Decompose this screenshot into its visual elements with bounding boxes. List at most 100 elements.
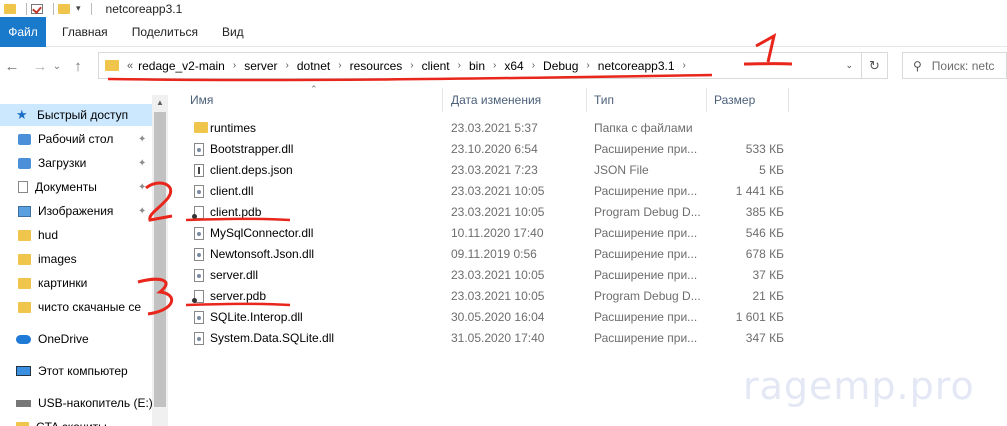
sidebar-item[interactable]: CTA скачиты xyxy=(0,416,152,426)
recent-locations-chevron-icon[interactable]: ⌄ xyxy=(51,61,63,72)
sidebar-item[interactable]: Документы ✦ xyxy=(0,176,152,198)
breadcrumb-chevron-icon[interactable]: › xyxy=(683,60,686,71)
file-name: Newtonsoft.Json.dll xyxy=(210,247,315,261)
file-row[interactable]: System.Data.SQLite.dll 31.05.2020 17:40 Ра… xyxy=(188,328,958,349)
sidebar-item[interactable]: чисто скачаные се xyxy=(0,296,152,318)
dll-file-icon xyxy=(194,227,204,240)
breadcrumb-chevron-icon[interactable]: › xyxy=(586,60,589,71)
column-header-type[interactable]: Тип xyxy=(594,86,614,114)
pin-icon[interactable]: ✦ xyxy=(138,134,146,145)
file-row[interactable]: SQLite.Interop.dll 30.05.2020 16:04 Расшир… xyxy=(188,307,958,328)
search-input[interactable]: ⚲ Поиск: netc xyxy=(902,52,1007,79)
file-date: 23.03.2021 10:05 xyxy=(451,184,545,198)
sidebar-item-label: Рабочий стол xyxy=(38,132,114,146)
file-name: client.dll xyxy=(210,184,254,198)
tab-view[interactable]: Вид xyxy=(222,25,244,39)
documents-icon xyxy=(18,181,28,193)
tab-share[interactable]: Поделиться xyxy=(132,25,198,39)
breadcrumb-x64[interactable]: x64 xyxy=(504,59,523,73)
column-divider[interactable] xyxy=(586,88,587,112)
sidebar-item[interactable]: картинки xyxy=(0,272,152,294)
breadcrumb-chevron-icon[interactable]: › xyxy=(338,60,341,71)
folder-icon xyxy=(18,277,31,289)
breadcrumb-chevron-icon[interactable]: › xyxy=(532,60,535,71)
file-date: 23.03.2021 5:37 xyxy=(451,121,538,135)
column-divider[interactable] xyxy=(442,88,443,112)
customize-toolbar-chevron-icon[interactable]: ▾ xyxy=(76,3,81,14)
properties-check-icon[interactable] xyxy=(31,3,43,14)
file-size: 1 441 КБ xyxy=(735,184,784,198)
dll-file-icon xyxy=(194,143,204,156)
sidebar-item[interactable]: Изображения ✦ xyxy=(0,200,152,222)
column-divider[interactable] xyxy=(788,88,789,112)
file-name: SQLite.Interop.dll xyxy=(210,310,303,324)
file-name: client.deps.json xyxy=(210,163,293,177)
pictures-icon xyxy=(18,205,31,217)
new-folder-icon[interactable] xyxy=(58,3,70,14)
file-row[interactable]: Newtonsoft.Json.dll 09.11.2019 0:56 Расшир… xyxy=(188,244,958,265)
sidebar-item[interactable]: ★ Быстрый доступ xyxy=(0,104,152,126)
file-name: runtimes xyxy=(210,121,257,135)
address-dropdown-chevron-icon[interactable]: ⌄ xyxy=(845,60,853,71)
file-type: Расширение при... xyxy=(594,247,698,261)
file-row[interactable]: MySqlConnector.dll 10.11.2020 17:40 Расшир… xyxy=(188,223,958,244)
folder-icon xyxy=(16,421,29,426)
sidebar-item[interactable]: Загрузки ✦ xyxy=(0,152,152,174)
column-header-date[interactable]: Дата изменения xyxy=(451,86,541,114)
sort-ascending-chevron-icon: ⌃ xyxy=(310,84,318,94)
file-row[interactable]: runtimes 23.03.2021 5:37 Папка с файлами xyxy=(188,118,958,139)
scrollbar-thumb[interactable] xyxy=(154,112,166,407)
breadcrumb-redage[interactable]: redage_v2-main xyxy=(138,59,225,73)
sidebar-item-label: USB-накопитель (E:) xyxy=(38,396,152,410)
navigation-scrollbar[interactable]: ▲ xyxy=(152,95,168,426)
breadcrumb-resources[interactable]: resources xyxy=(350,59,403,73)
sidebar-item[interactable]: images xyxy=(0,248,152,270)
file-row[interactable]: client.deps.json 23.03.2021 7:23 JSON File… xyxy=(188,160,958,181)
breadcrumb-server[interactable]: server xyxy=(244,59,277,73)
file-row[interactable]: client.pdb 23.03.2021 10:05 Program Debug … xyxy=(188,202,958,223)
file-name: client.pdb xyxy=(210,205,262,219)
breadcrumb-chevron-icon[interactable]: › xyxy=(458,60,461,71)
file-size: 347 КБ xyxy=(745,331,784,345)
file-row[interactable]: server.pdb 23.03.2021 10:05 Program Debug … xyxy=(188,286,958,307)
back-arrow-icon[interactable]: ← xyxy=(1,58,23,75)
column-divider[interactable] xyxy=(706,88,707,112)
breadcrumb-debug[interactable]: Debug xyxy=(543,59,578,73)
refresh-button[interactable]: ↻ xyxy=(861,52,888,79)
pdb-file-icon xyxy=(192,206,204,219)
breadcrumb-dotnet[interactable]: dotnet xyxy=(297,59,330,73)
sidebar-item-label: чисто скачаные се xyxy=(38,300,142,314)
pin-icon[interactable]: ✦ xyxy=(138,182,146,193)
breadcrumb-bin[interactable]: bin xyxy=(469,59,485,73)
breadcrumb-chevron-icon[interactable]: › xyxy=(493,60,496,71)
sidebar-item[interactable]: Этот компьютер xyxy=(0,360,152,382)
address-overflow-chevron-icon[interactable]: « xyxy=(127,60,133,72)
file-row[interactable]: Bootstrapper.dll 23.10.2020 6:54 Расширени… xyxy=(188,139,958,160)
column-header-size[interactable]: Размер xyxy=(714,86,755,114)
breadcrumb-chevron-icon[interactable]: › xyxy=(410,60,413,71)
tab-home[interactable]: Главная xyxy=(62,25,108,39)
breadcrumb-client[interactable]: client xyxy=(422,59,450,73)
sidebar-item[interactable]: hud xyxy=(0,224,152,246)
tab-file[interactable]: Файл xyxy=(0,16,46,47)
file-name: System.Data.SQLite.dll xyxy=(210,331,335,345)
sidebar-item[interactable]: OneDrive xyxy=(0,328,152,350)
scroll-up-arrow-icon[interactable]: ▲ xyxy=(152,95,168,111)
file-size: 385 КБ xyxy=(745,205,784,219)
file-name: Bootstrapper.dll xyxy=(210,142,294,156)
column-header-name[interactable]: Имя xyxy=(190,86,213,114)
pin-icon[interactable]: ✦ xyxy=(138,158,146,169)
breadcrumb-chevron-icon[interactable]: › xyxy=(233,60,236,71)
star-icon: ★ xyxy=(16,107,28,122)
breadcrumb-netcoreapp[interactable]: netcoreapp3.1 xyxy=(598,59,675,73)
address-bar[interactable]: « redage_v2-main › server › dotnet › resour… xyxy=(98,52,862,79)
file-row[interactable]: server.dll 23.03.2021 10:05 Расширение при… xyxy=(188,265,958,286)
file-row[interactable]: client.dll 23.03.2021 10:05 Расширение при… xyxy=(188,181,958,202)
sidebar-item[interactable]: Рабочий стол ✦ xyxy=(0,128,152,150)
breadcrumb-chevron-icon[interactable]: › xyxy=(286,60,289,71)
forward-arrow-icon[interactable]: → xyxy=(29,58,51,75)
sidebar-item[interactable]: USB-накопитель (E:) xyxy=(0,392,152,414)
file-name: server.pdb xyxy=(210,289,267,303)
up-arrow-icon[interactable]: ↑ xyxy=(67,58,89,75)
pin-icon[interactable]: ✦ xyxy=(138,206,146,217)
